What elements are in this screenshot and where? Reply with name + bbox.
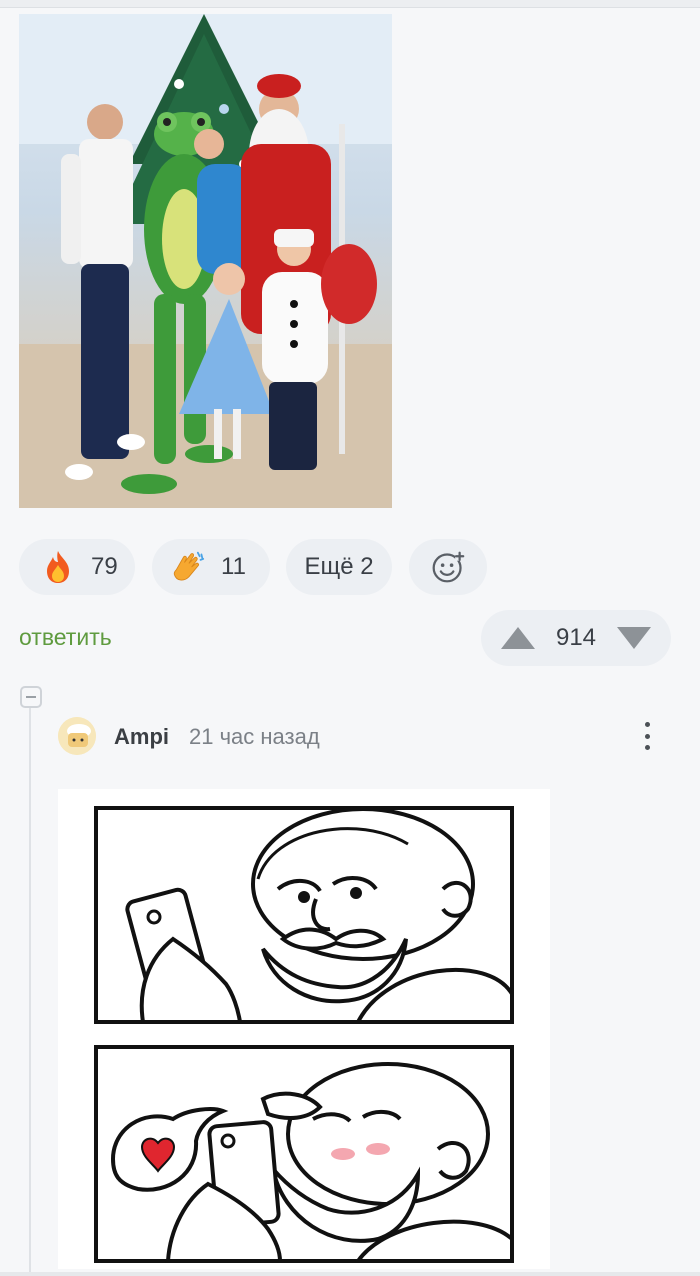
clapping-hands-icon [171, 550, 205, 584]
smiley-plus-icon [431, 550, 465, 584]
downvote-icon[interactable] [616, 627, 651, 649]
more-options-icon[interactable] [636, 718, 658, 754]
thread-line[interactable] [29, 706, 31, 1276]
comment-image[interactable] [58, 789, 550, 1269]
post-image[interactable] [19, 14, 392, 508]
upvote-icon[interactable] [501, 627, 535, 649]
reaction-fire-count: 79 [91, 553, 118, 580]
group-photo-illustration [19, 14, 392, 508]
bottom-divider [0, 1272, 700, 1276]
reaction-fire-button[interactable]: 79 [19, 539, 135, 595]
reaction-clap-count: 11 [221, 553, 246, 580]
fire-icon [41, 550, 75, 584]
more-reactions-label: Ещё 2 [304, 553, 374, 580]
rating-score: 914 [555, 624, 597, 651]
comment-author[interactable]: Ampi [114, 724, 169, 750]
top-divider [0, 0, 700, 8]
comment-time[interactable]: 21 час назад [189, 724, 320, 750]
avatar[interactable] [58, 717, 96, 755]
rating-widget: 914 [481, 610, 671, 666]
more-reactions-button[interactable]: Ещё 2 [286, 539, 392, 595]
reply-link[interactable]: ответить [19, 624, 112, 651]
add-reaction-button[interactable] [409, 539, 487, 595]
reaction-clap-button[interactable]: 11 [152, 539, 270, 595]
comic-illustration [94, 806, 514, 1263]
collapse-thread-button[interactable] [20, 686, 42, 708]
